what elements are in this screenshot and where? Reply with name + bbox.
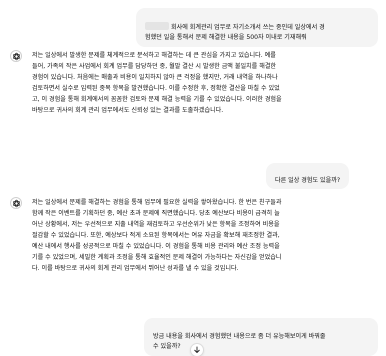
scroll-down-button[interactable]	[190, 343, 204, 356]
openai-logo-icon	[10, 197, 22, 209]
user-message-text: 다른 일상 경험도 있을까?	[275, 177, 341, 184]
user-message-bubble: 회사에 회계관리 업무로 자기소개서 쓰는 중인데 일상에서 경 험했던 일을 …	[136, 8, 378, 47]
user-message-bubble: 방금 내용을 회사에서 경험했던 내용으로 좀 더 유능해보이게 바꿔줄 수 있…	[144, 318, 378, 356]
redacted-text	[145, 22, 169, 30]
assistant-message-text: 저는 일상에서 문제를 해결하는 경험을 통해 업무에 필요한 실력을 쌓아왔습…	[32, 199, 282, 272]
assistant-message: 저는 일상에서 발생한 문제를 체계적으로 분석하고 해결하는 데 큰 관심을 …	[10, 50, 376, 150]
user-message-text: 방금 내용을 회사에서 경험했던 내용으로 좀 더 유능해보이게 바꿔줄 수 있…	[153, 333, 326, 350]
arrow-down-icon	[194, 346, 200, 353]
user-message-bubble: 다른 일상 경험도 있을까?	[266, 163, 350, 189]
openai-logo-icon	[10, 50, 22, 62]
assistant-message-text: 저는 일상에서 발생한 문제를 체계적으로 분석하고 해결하는 데 큰 관심을 …	[32, 52, 282, 114]
user-message-text: 회사에 회계관리 업무로 자기소개서 쓰는 중인데 일상에서 경 험했던 일을 …	[145, 24, 325, 41]
assistant-message: 저는 일상에서 문제를 해결하는 경험을 통해 업무에 필요한 실력을 쌓아왔습…	[10, 197, 376, 309]
